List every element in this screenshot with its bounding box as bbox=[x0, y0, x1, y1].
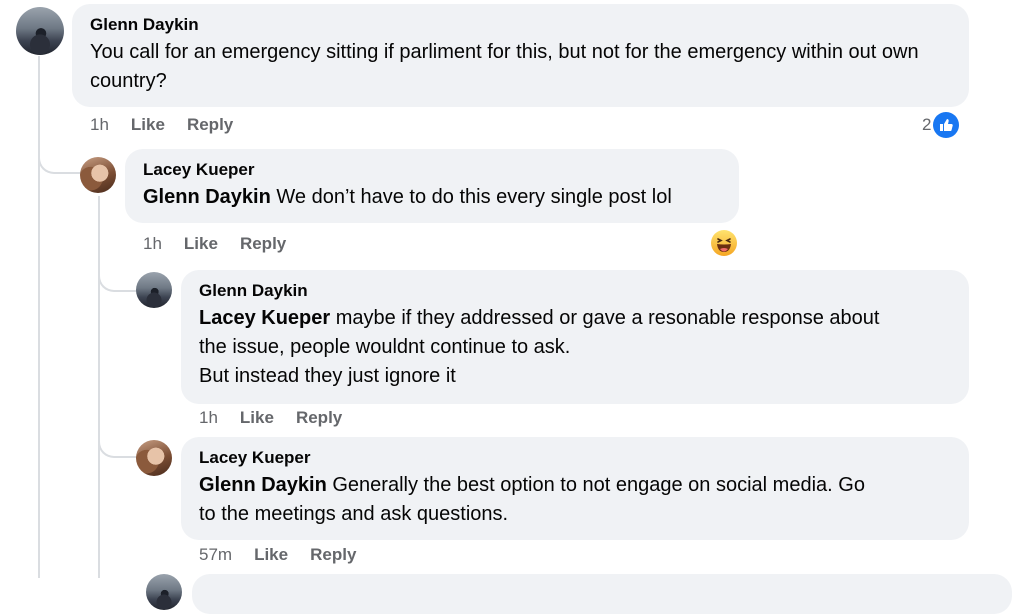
mention-link[interactable]: Glenn Daykin bbox=[199, 474, 327, 496]
comment-timestamp[interactable]: 1h bbox=[199, 408, 218, 428]
thread-connector-3 bbox=[98, 428, 138, 458]
like-button[interactable]: Like bbox=[184, 234, 218, 254]
like-button[interactable]: Like bbox=[240, 408, 274, 428]
comment-body-line: the issue, people wouldnt continue to as… bbox=[199, 336, 571, 358]
thread-line-main bbox=[38, 56, 40, 578]
like-icon bbox=[933, 112, 960, 138]
comment-body-line: maybe if they addressed or gave a resona… bbox=[335, 307, 880, 329]
reply-button[interactable]: Reply bbox=[310, 545, 356, 565]
comment-body-line: But instead they just ignore it bbox=[199, 365, 456, 387]
comment-author[interactable]: Lacey Kueper bbox=[199, 447, 951, 469]
like-button[interactable]: Like bbox=[131, 115, 165, 135]
comment-text: Glenn Daykin Generally the best option t… bbox=[199, 471, 951, 529]
mention-link[interactable]: Lacey Kueper bbox=[199, 307, 330, 329]
mention-link[interactable]: Glenn Daykin bbox=[143, 186, 271, 208]
comment-body: We don’t have to do this every single po… bbox=[276, 186, 672, 208]
comment-actions: 1h Like Reply bbox=[143, 234, 286, 254]
comment-text: Lacey Kueper maybe if they addressed or … bbox=[199, 304, 951, 391]
comment-timestamp[interactable]: 1h bbox=[90, 115, 109, 135]
reply-button[interactable]: Reply bbox=[240, 234, 286, 254]
reply-button[interactable]: Reply bbox=[296, 408, 342, 428]
reaction-count: 2 bbox=[922, 115, 932, 134]
comment-author[interactable]: Lacey Kueper bbox=[143, 159, 721, 181]
comment-timestamp[interactable]: 1h bbox=[143, 234, 162, 254]
comment-timestamp[interactable]: 57m bbox=[199, 545, 232, 565]
comment-text: Glenn Daykin We don’t have to do this ev… bbox=[143, 183, 721, 212]
comment-actions: 57m Like Reply bbox=[199, 545, 356, 565]
comment-actions: 1h Like Reply bbox=[90, 115, 233, 135]
reply-button[interactable]: Reply bbox=[187, 115, 233, 135]
thread-connector-2 bbox=[98, 260, 138, 292]
comment-body-line: to the meetings and ask questions. bbox=[199, 503, 509, 525]
thread-line-nested bbox=[98, 196, 100, 578]
comment-bubble: Lacey Kueper Glenn Daykin Generally the … bbox=[181, 437, 969, 540]
comment-bubble: Glenn Daykin Lacey Kueper maybe if they … bbox=[181, 270, 969, 404]
like-button[interactable]: Like bbox=[254, 545, 288, 565]
comment-bubble: Lacey Kueper Glenn Daykin We don’t have … bbox=[125, 149, 739, 223]
avatar-partial[interactable] bbox=[146, 574, 182, 610]
comment-bubble: Glenn Daykin You call for an emergency s… bbox=[72, 4, 969, 107]
comment-author[interactable]: Glenn Daykin bbox=[199, 280, 951, 302]
comment-actions: 1h Like Reply bbox=[199, 408, 342, 428]
avatar-glenn-daykin[interactable] bbox=[16, 7, 64, 55]
comment-author[interactable]: Glenn Daykin bbox=[90, 14, 951, 36]
comment-body-line: Generally the best option to not engage … bbox=[332, 474, 865, 496]
comment-bubble-partial bbox=[192, 574, 1012, 614]
comment-text: You call for an emergency sitting if par… bbox=[90, 41, 919, 92]
haha-icon[interactable] bbox=[710, 229, 738, 257]
avatar-lacey-kueper[interactable] bbox=[80, 157, 116, 193]
reaction-summary[interactable]: 2 bbox=[922, 112, 960, 138]
avatar-glenn-daykin[interactable] bbox=[136, 272, 172, 308]
avatar-lacey-kueper[interactable] bbox=[136, 440, 172, 476]
thread-connector-1 bbox=[38, 140, 82, 174]
